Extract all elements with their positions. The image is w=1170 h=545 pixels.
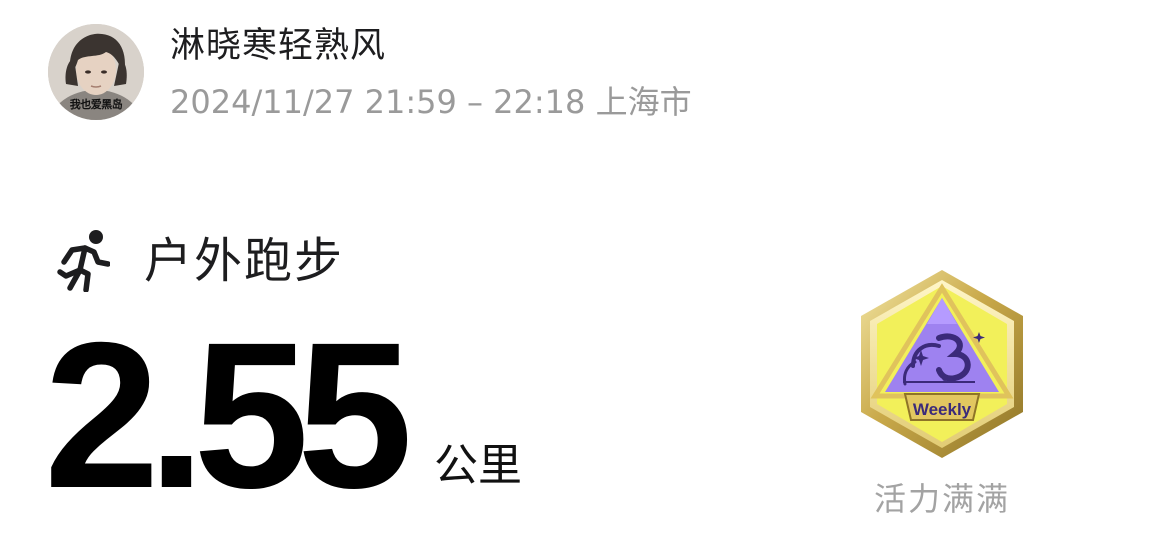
distance-unit: 公里 [434, 440, 522, 491]
activity-type: 户外跑步 [52, 228, 452, 292]
post-header: 我也爱黑岛 淋晓寒轻熟风 2024/11/27 21:59 – 22:18 上海… [48, 22, 808, 122]
badge-emblem-text: Weekly [913, 400, 972, 419]
distance-value: 2.55 [44, 300, 413, 532]
weekly-medal-icon[interactable]: Weekly [855, 266, 1029, 462]
running-person-icon [57, 230, 110, 292]
activity-label: 户外跑步 [144, 233, 345, 289]
username[interactable]: 淋晓寒轻熟风 [170, 24, 386, 68]
badge-caption: 活力满满 [873, 480, 1010, 518]
avatar[interactable]: 我也爱黑岛 [48, 24, 144, 120]
activity-time-location: 2024/11/27 21:59 – 22:18 上海市 [170, 83, 692, 121]
avatar-caption: 我也爱黑岛 [69, 98, 123, 111]
